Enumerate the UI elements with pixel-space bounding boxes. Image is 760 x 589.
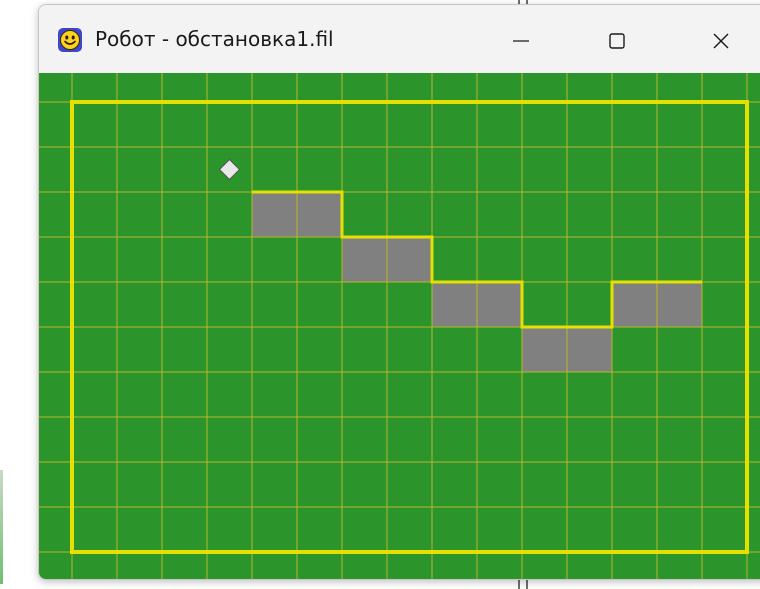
maximize-icon [607, 31, 627, 51]
painted-cell [612, 282, 657, 327]
close-button[interactable] [691, 19, 751, 63]
painted-cell [567, 327, 612, 372]
painted-cell [432, 282, 477, 327]
field-canvas[interactable] [39, 73, 760, 579]
smiley-face-icon [57, 27, 83, 53]
painted-cell [297, 192, 342, 237]
maximize-button[interactable] [587, 19, 647, 63]
robot-window: Робот - обстановка1.fil [38, 4, 760, 580]
painted-cell [387, 237, 432, 282]
minimize-button[interactable] [491, 19, 551, 63]
title-bar[interactable]: Робот - обстановка1.fil [39, 5, 760, 73]
screen: Робот - обстановка1.fil [0, 0, 760, 589]
minimize-icon [511, 31, 531, 51]
robot-diamond-icon [218, 158, 241, 181]
painted-cell [342, 237, 387, 282]
robot-field[interactable] [39, 73, 760, 579]
close-icon [711, 31, 731, 51]
painted-cell [657, 282, 702, 327]
painted-cell [252, 192, 297, 237]
painted-cell [477, 282, 522, 327]
background-window-edge [0, 470, 3, 584]
painted-cell [522, 327, 567, 372]
window-title: Робот - обстановка1.fil [95, 27, 334, 51]
